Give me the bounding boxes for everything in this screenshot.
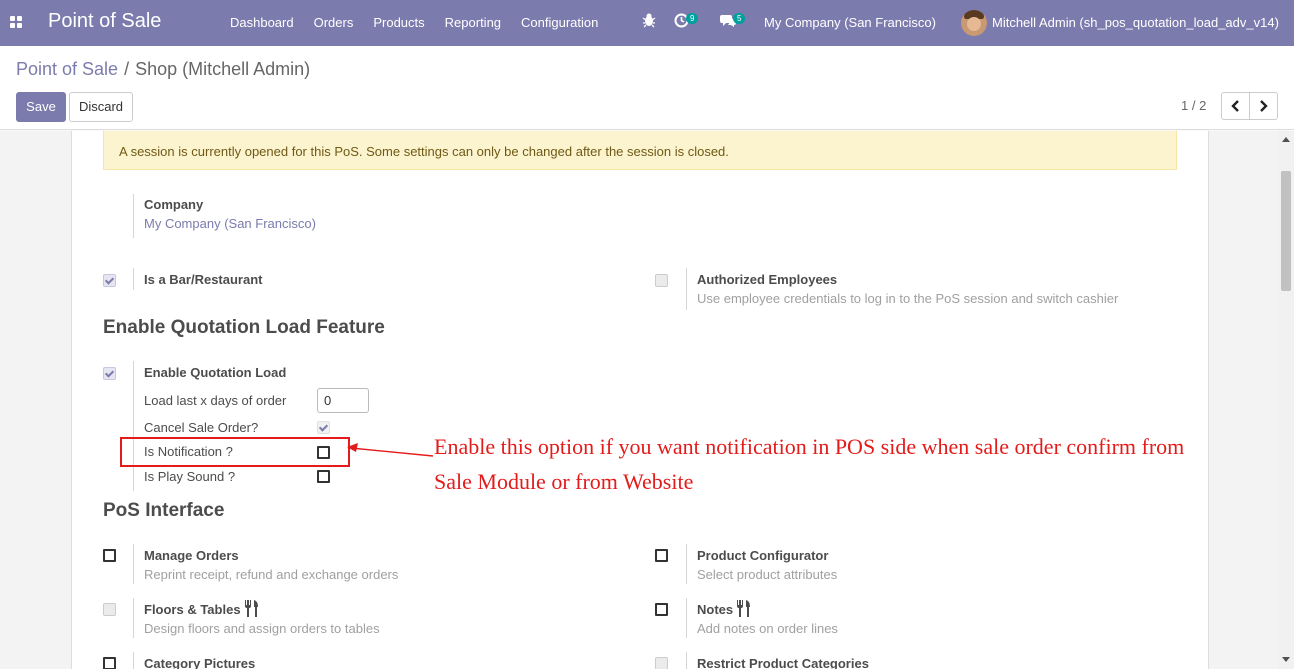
floors-tables-checkbox[interactable] (103, 603, 116, 616)
main-menu: Dashboard Orders Products Reporting Conf… (230, 15, 598, 30)
authorized-employees-label: Authorized Employees (697, 272, 838, 287)
pos-interface-title: PoS Interface (103, 500, 225, 521)
scroll-down-arrow-icon[interactable] (1282, 657, 1290, 662)
company-switcher[interactable]: My Company (San Francisco) (764, 15, 936, 30)
menu-configuration[interactable]: Configuration (521, 15, 598, 30)
cancel-sale-order-label: Cancel Sale Order? (144, 420, 259, 435)
field-divider (686, 544, 687, 584)
cancel-sale-order-checkbox[interactable] (317, 421, 330, 434)
company-value-link[interactable]: My Company (San Francisco) (144, 216, 316, 231)
notes-label: Notes (697, 602, 734, 617)
floors-tables-label: Floors & Tables (144, 602, 241, 617)
pager-value[interactable]: 1 / 2 (1181, 98, 1206, 113)
category-pictures-checkbox[interactable] (103, 657, 116, 669)
field-divider (686, 652, 687, 669)
chevron-left-icon (1231, 100, 1239, 112)
enable-quotation-load-label: Enable Quotation Load (144, 365, 287, 380)
save-button[interactable]: Save (16, 92, 66, 122)
breadcrumb-separator: / (124, 59, 130, 79)
field-divider (133, 544, 134, 584)
cutlery-icon (737, 600, 750, 617)
restrict-categories-label: Restrict Product Categories (697, 656, 869, 669)
page-scrollbar[interactable] (1278, 131, 1294, 669)
cutlery-icon (245, 600, 258, 617)
menu-products[interactable]: Products (373, 15, 424, 30)
user-menu[interactable]: Mitchell Admin (sh_pos_quotation_load_ad… (992, 15, 1279, 30)
product-configurator-checkbox[interactable] (655, 549, 668, 562)
company-label: Company (144, 197, 204, 212)
field-divider (133, 268, 134, 290)
apps-menu-icon[interactable] (10, 16, 22, 28)
authorized-employees-checkbox[interactable] (655, 274, 668, 287)
activity-count-badge: 9 (686, 13, 699, 24)
menu-dashboard[interactable]: Dashboard (230, 15, 294, 30)
manage-orders-checkbox[interactable] (103, 549, 116, 562)
breadcrumb-current: Shop (Mitchell Admin) (135, 59, 311, 79)
menu-reporting[interactable]: Reporting (445, 15, 501, 30)
pager-previous-button[interactable] (1221, 92, 1250, 120)
field-divider (133, 361, 134, 491)
field-divider (686, 268, 687, 310)
annotation-highlight-box (120, 437, 350, 467)
field-divider (133, 598, 134, 638)
annotation-arrow-icon (347, 443, 434, 457)
manage-orders-label: Manage Orders (144, 548, 239, 563)
load-days-input[interactable]: 0 (317, 388, 369, 413)
scrollbar-thumb[interactable] (1281, 171, 1291, 291)
category-pictures-label: Category Pictures (144, 656, 256, 669)
scroll-up-arrow-icon[interactable] (1282, 137, 1290, 142)
field-divider (133, 652, 134, 669)
annotation-text: Enable this option if you want notificat… (434, 434, 1185, 494)
product-configurator-label: Product Configurator (697, 548, 829, 563)
quotation-section-title: Enable Quotation Load Feature (103, 317, 385, 338)
play-sound-label: Is Play Sound ? (144, 469, 236, 484)
chevron-right-icon (1260, 100, 1268, 112)
pager-next-button[interactable] (1249, 92, 1278, 120)
breadcrumb-parent[interactable]: Point of Sale (16, 59, 118, 79)
product-configurator-help: Select product attributes (697, 567, 838, 582)
top-navbar: Point of Sale Dashboard Orders Products … (0, 0, 1294, 46)
restrict-categories-checkbox[interactable] (655, 657, 668, 669)
discard-button[interactable]: Discard (69, 92, 133, 122)
menu-orders[interactable]: Orders (314, 15, 354, 30)
notes-checkbox[interactable] (655, 603, 668, 616)
notes-help: Add notes on order lines (697, 621, 838, 636)
manage-orders-help: Reprint receipt, refund and exchange ord… (144, 567, 399, 582)
debug-bug-icon[interactable] (642, 12, 656, 31)
field-divider (686, 598, 687, 638)
bar-restaurant-label: Is a Bar/Restaurant (144, 272, 263, 287)
play-sound-checkbox[interactable] (317, 470, 330, 483)
field-divider (133, 194, 134, 238)
messages-count-badge: 5 (733, 13, 746, 24)
enable-quotation-load-checkbox[interactable] (103, 367, 116, 380)
session-open-alert: A session is currently opened for this P… (103, 131, 1177, 170)
bar-restaurant-checkbox[interactable] (103, 274, 116, 287)
load-days-label: Load last x days of order (144, 393, 287, 408)
floors-tables-help: Design floors and assign orders to table… (144, 621, 380, 636)
app-brand[interactable]: Point of Sale (48, 10, 161, 33)
control-panel: Point of Sale / Shop (Mitchell Admin) Save… (0, 46, 1294, 130)
breadcrumb: Point of Sale / Shop (Mitchell Admin) (16, 59, 310, 80)
authorized-employees-help: Use employee credentials to log in to th… (697, 291, 1119, 306)
user-avatar[interactable] (961, 10, 987, 36)
